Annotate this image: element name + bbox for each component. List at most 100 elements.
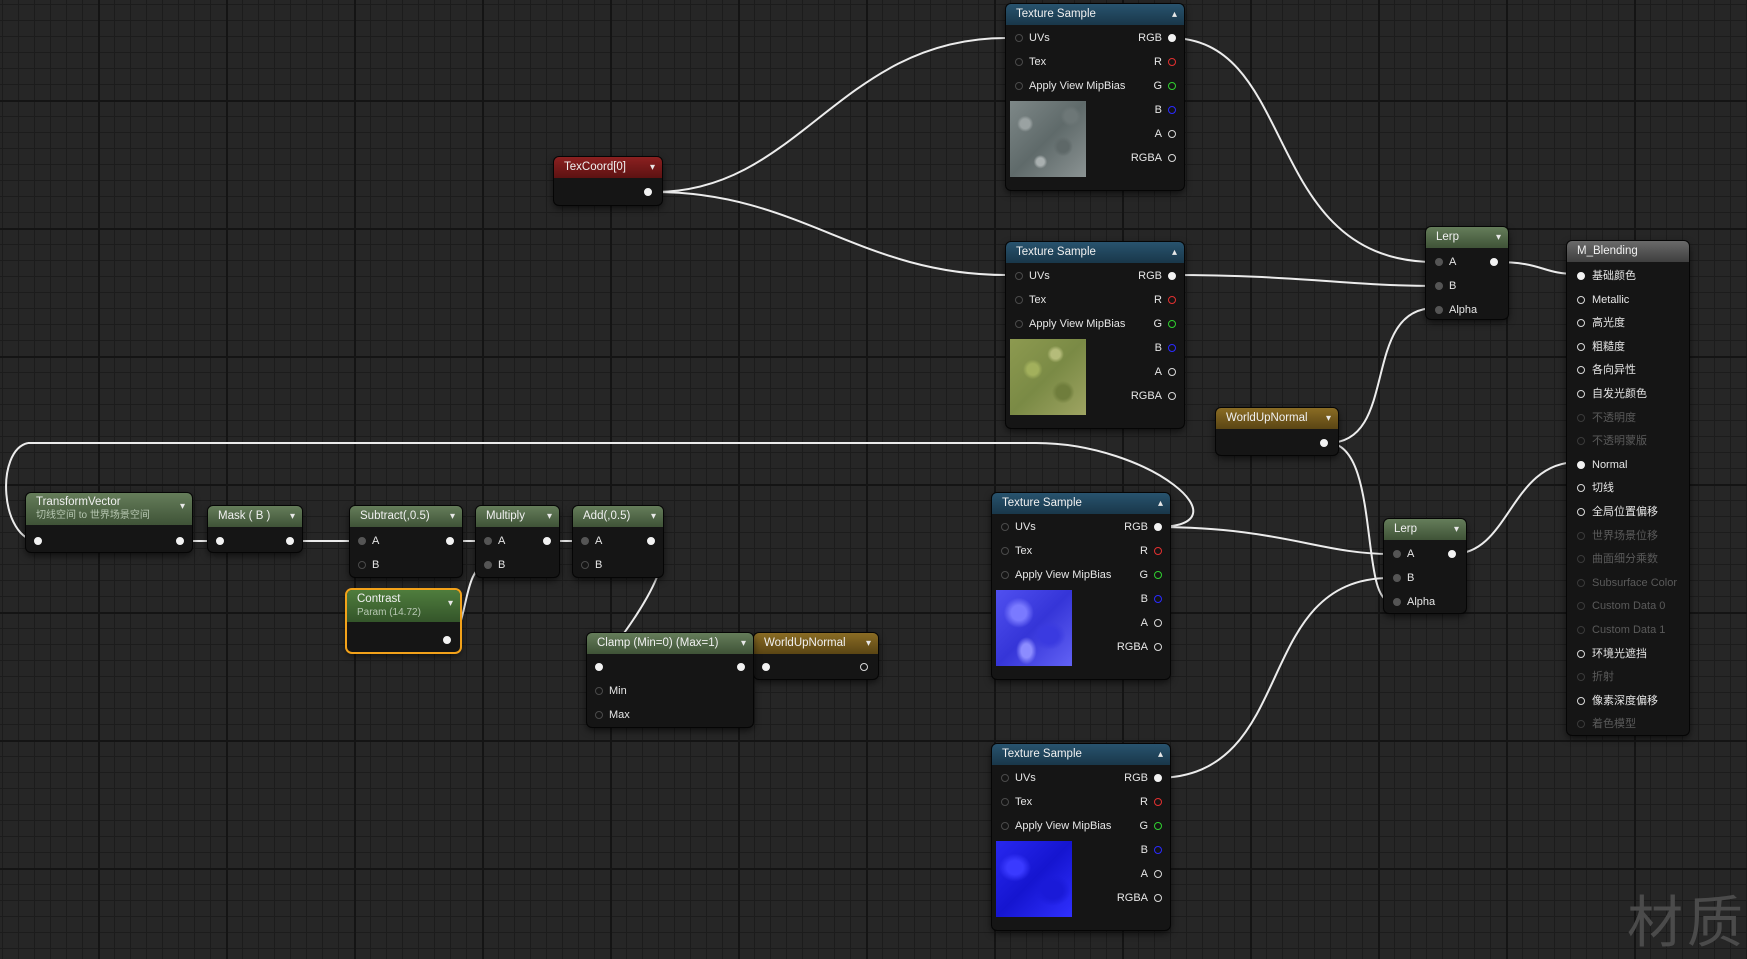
add-node[interactable]: Add(,0.5) A B xyxy=(573,506,663,577)
collapse-icon[interactable] xyxy=(180,500,185,513)
node-header[interactable]: Contrast Param (14.72) xyxy=(347,590,460,622)
a-input-pin[interactable] xyxy=(358,537,366,545)
material-input-pin[interactable] xyxy=(1577,578,1585,587)
a-output-pin[interactable] xyxy=(1154,870,1162,878)
rgba-output-pin[interactable] xyxy=(1154,643,1162,651)
collapse-icon[interactable] xyxy=(1172,242,1177,263)
material-input-pin[interactable] xyxy=(1577,319,1585,328)
material-input-pin[interactable] xyxy=(1577,696,1585,705)
rgba-output-pin[interactable] xyxy=(1168,154,1176,162)
normal-output-pin[interactable] xyxy=(860,663,868,671)
r-output-pin[interactable] xyxy=(1154,547,1162,555)
output-pin[interactable] xyxy=(286,537,294,545)
min-input-pin[interactable] xyxy=(595,687,603,695)
collapse-icon[interactable] xyxy=(866,633,871,654)
contrast-parameter-node[interactable]: Contrast Param (14.72) xyxy=(347,590,460,652)
texture-sample-node-2[interactable]: Texture Sample UVs Tex Apply View MipBia… xyxy=(1006,242,1184,428)
g-output-pin[interactable] xyxy=(1168,320,1176,328)
collapse-icon[interactable] xyxy=(1326,408,1331,429)
material-input-pin[interactable] xyxy=(1577,390,1585,398)
node-header[interactable]: WorldUpNormal xyxy=(1216,408,1338,429)
g-output-pin[interactable] xyxy=(1154,571,1162,579)
g-output-pin[interactable] xyxy=(1168,82,1176,90)
material-input-pin[interactable] xyxy=(1577,649,1585,658)
b-input-pin[interactable] xyxy=(1393,574,1401,582)
collapse-icon[interactable] xyxy=(547,506,552,527)
collapse-icon[interactable] xyxy=(1158,493,1163,514)
material-input-pin[interactable] xyxy=(1577,626,1585,634)
alpha-input-pin[interactable] xyxy=(1393,598,1401,606)
mask-node[interactable]: Mask ( B ) xyxy=(208,506,302,552)
b-output-pin[interactable] xyxy=(1154,846,1162,854)
r-output-pin[interactable] xyxy=(1154,798,1162,806)
a-output-pin[interactable] xyxy=(1168,130,1176,138)
rgb-output-pin[interactable] xyxy=(1154,523,1162,531)
collapse-icon[interactable] xyxy=(1496,227,1501,248)
b-output-pin[interactable] xyxy=(1168,106,1176,114)
uv-output-pin[interactable] xyxy=(644,188,652,196)
tex-input-pin[interactable] xyxy=(1015,58,1023,66)
material-input-pin[interactable] xyxy=(1577,366,1585,375)
multiply-node[interactable]: Multiply A B xyxy=(476,506,559,577)
clamp-node[interactable]: Clamp (Min=0) (Max=1) Min Max xyxy=(587,633,753,727)
lerp-node-2[interactable]: Lerp A B Alpha xyxy=(1384,519,1466,613)
collapse-icon[interactable] xyxy=(1172,4,1177,25)
input-pin[interactable] xyxy=(595,663,603,671)
a-output-pin[interactable] xyxy=(1168,368,1176,376)
worldupnormal-node-1[interactable]: WorldUpNormal xyxy=(1216,408,1338,455)
node-header[interactable]: Texture Sample xyxy=(992,744,1170,765)
node-header[interactable]: M_Blending xyxy=(1567,241,1689,262)
material-input-pin[interactable] xyxy=(1577,272,1585,280)
node-header[interactable]: Clamp (Min=0) (Max=1) xyxy=(587,633,753,654)
a-input-pin[interactable] xyxy=(1393,550,1401,558)
node-header[interactable]: Add(,0.5) xyxy=(573,506,663,527)
material-input-pin[interactable] xyxy=(1577,295,1585,304)
rgba-output-pin[interactable] xyxy=(1154,894,1162,902)
b-output-pin[interactable] xyxy=(1154,595,1162,603)
value-output-pin[interactable] xyxy=(443,636,451,644)
rgba-output-pin[interactable] xyxy=(1168,392,1176,400)
rgb-output-pin[interactable] xyxy=(1154,774,1162,782)
result-output-pin[interactable] xyxy=(1448,550,1456,558)
transformvector-node[interactable]: TransformVector 切线空间 to 世界场景空间 xyxy=(26,493,192,552)
node-header[interactable]: Mask ( B ) xyxy=(208,506,302,527)
input-pin[interactable] xyxy=(762,663,770,671)
material-input-pin[interactable] xyxy=(1577,484,1585,493)
a-input-pin[interactable] xyxy=(581,537,589,545)
vector-input-pin[interactable] xyxy=(34,537,42,545)
collapse-icon[interactable] xyxy=(650,157,655,178)
mipbias-input-pin[interactable] xyxy=(1001,571,1009,579)
result-output-pin[interactable] xyxy=(1490,258,1498,266)
material-input-pin[interactable] xyxy=(1577,720,1585,729)
node-header[interactable]: TransformVector 切线空间 to 世界场景空间 xyxy=(26,493,192,525)
max-input-pin[interactable] xyxy=(595,711,603,719)
node-header[interactable]: WorldUpNormal xyxy=(754,633,878,654)
node-header[interactable]: Subtract(,0.5) xyxy=(350,506,462,527)
texture-sample-node-1[interactable]: Texture Sample UVs Tex Apply View MipBia… xyxy=(1006,4,1184,190)
uvs-input-pin[interactable] xyxy=(1015,272,1023,280)
result-output-pin[interactable] xyxy=(647,537,655,545)
b-input-pin[interactable] xyxy=(484,561,492,569)
mipbias-input-pin[interactable] xyxy=(1015,320,1023,328)
collapse-icon[interactable] xyxy=(448,597,453,610)
mipbias-input-pin[interactable] xyxy=(1015,82,1023,90)
a-input-pin[interactable] xyxy=(1435,258,1443,266)
texture-sample-node-3[interactable]: Texture Sample UVs Tex Apply View MipBia… xyxy=(992,493,1170,679)
material-result-node[interactable]: M_Blending 基础颜色 Metallic 高光度 粗糙度 各向异性 自发光颜色 不透… xyxy=(1567,241,1689,735)
texcoord-node[interactable]: TexCoord[0] xyxy=(554,157,662,205)
collapse-icon[interactable] xyxy=(450,506,455,527)
node-header[interactable]: Lerp xyxy=(1426,227,1508,248)
rgb-output-pin[interactable] xyxy=(1168,272,1176,280)
tex-input-pin[interactable] xyxy=(1001,547,1009,555)
material-input-pin[interactable] xyxy=(1577,460,1585,469)
texture-sample-node-4[interactable]: Texture Sample UVs Tex Apply View MipBia… xyxy=(992,744,1170,930)
node-header[interactable]: Lerp xyxy=(1384,519,1466,540)
r-output-pin[interactable] xyxy=(1168,296,1176,304)
collapse-icon[interactable] xyxy=(741,633,746,654)
worldupnormal-node-2[interactable]: WorldUpNormal xyxy=(754,633,878,679)
collapse-icon[interactable] xyxy=(651,506,656,527)
material-input-pin[interactable] xyxy=(1577,413,1585,422)
mipbias-input-pin[interactable] xyxy=(1001,822,1009,830)
lerp-node-1[interactable]: Lerp A B Alpha xyxy=(1426,227,1508,319)
r-output-pin[interactable] xyxy=(1168,58,1176,66)
